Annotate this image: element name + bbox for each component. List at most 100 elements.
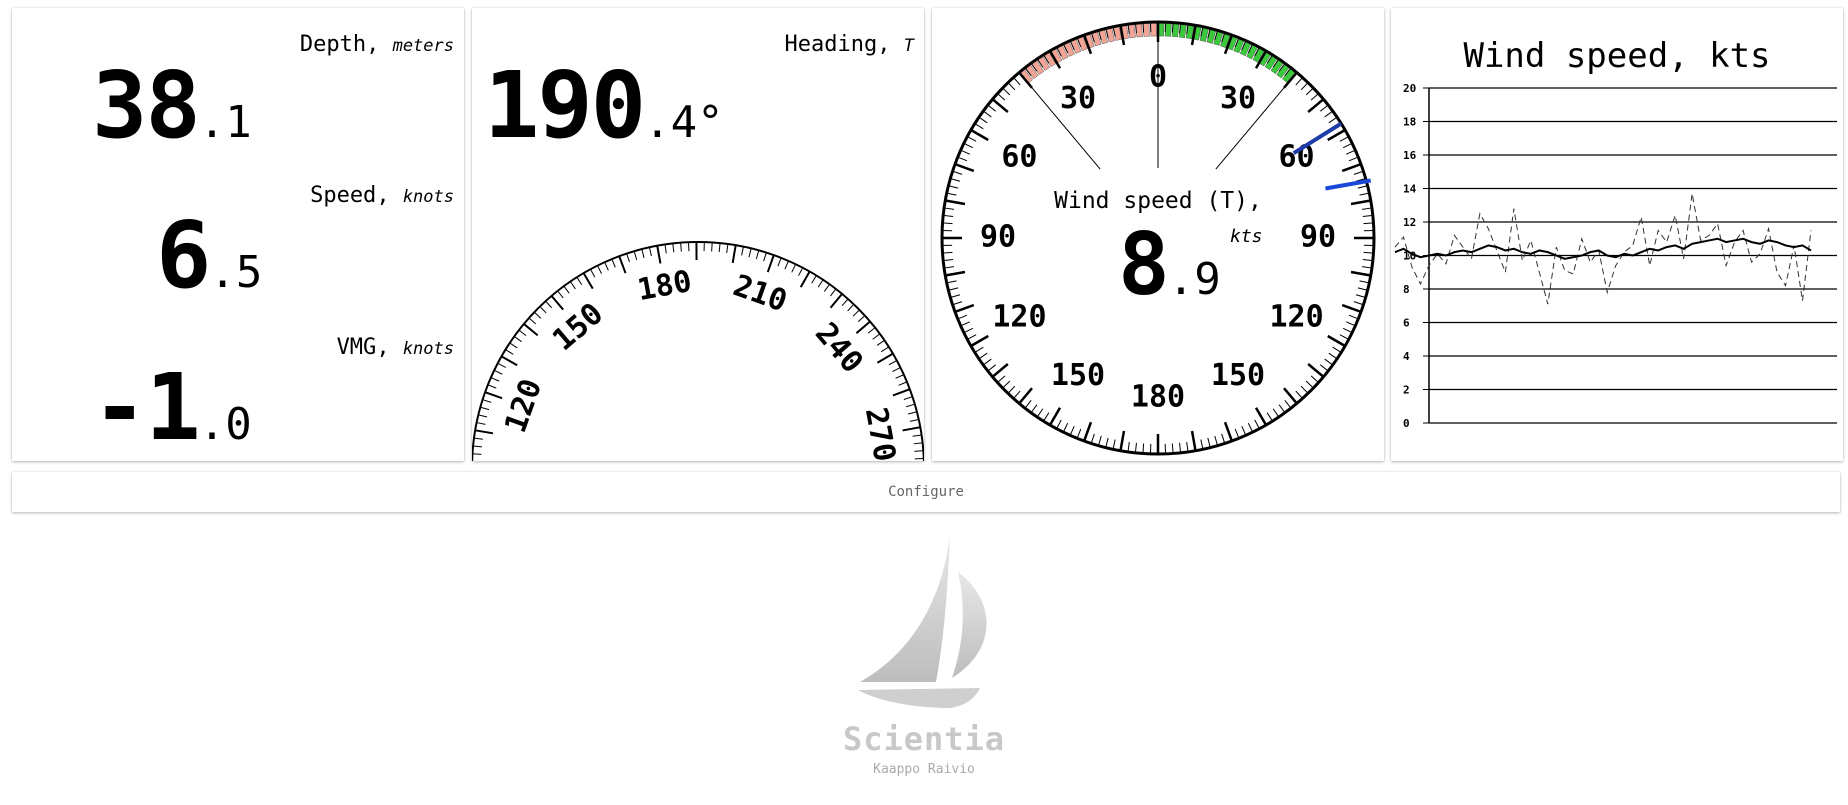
scientia-logo: Scientia Kaappo Raivio (824, 528, 1024, 778)
compass-tick (912, 434, 922, 437)
wind-dial-tick (1127, 441, 1130, 452)
compass-tick (501, 355, 518, 367)
wind-dial-tick (1013, 390, 1021, 399)
wind-dial-tick (1056, 419, 1062, 429)
compass-tick (509, 342, 518, 349)
wind-dial-tick (1200, 439, 1204, 450)
compass-tick (611, 258, 616, 268)
wind-dial-tick (1324, 110, 1334, 118)
wind-dial-tick (952, 170, 963, 175)
configure-button[interactable]: Configure (12, 472, 1840, 512)
chart-y-tick-label: 2 (1403, 384, 1410, 397)
wind-dial-tick (1190, 430, 1197, 451)
chart-y-tick-label: 6 (1403, 317, 1410, 330)
compass-tick (482, 399, 492, 403)
compass-tick (576, 276, 583, 286)
wind-angle-panel: 0 30 60 90 120 150 180 150 120 90 60 30 Wind speed … (932, 8, 1384, 461)
compass-tick (857, 315, 866, 323)
wind-dial-tick (1359, 280, 1370, 284)
compass-tick (726, 243, 729, 253)
compass-tick (590, 268, 596, 278)
compass-tick (892, 388, 911, 397)
wind-dial-tick (978, 352, 988, 360)
sailboat-icon (858, 534, 987, 708)
compass-tick (711, 242, 713, 252)
wind-dial-tick (943, 214, 954, 217)
compass-label: 270 (858, 405, 902, 461)
compass-tick (798, 267, 804, 276)
compass-tick (898, 381, 908, 386)
compass-tick (597, 265, 602, 274)
wind-dial-tick (1002, 87, 1011, 96)
compass-tick (755, 250, 760, 260)
wind-dial-tick (1076, 428, 1082, 439)
compass-tick (841, 298, 849, 307)
wind-dial-tick (942, 222, 953, 225)
compass-tick (867, 327, 876, 334)
compass-tick (473, 445, 483, 448)
compass-tick (784, 260, 789, 270)
compass-tick (523, 323, 539, 337)
wind-dial-tick (967, 334, 977, 340)
compass-tick (533, 311, 542, 319)
wind-dial-tick (1266, 412, 1273, 422)
wind-dial-tick (1350, 270, 1371, 277)
brand-author: Kaappo Raivio (873, 762, 975, 777)
compass-tick (487, 384, 497, 389)
depth-label: Depth, meters (299, 32, 454, 57)
wind-angle-label: 30 (1060, 81, 1096, 116)
wind-dial-tick (1324, 358, 1334, 366)
compass-tick (852, 309, 860, 317)
wind-dial-tick (1341, 162, 1362, 173)
wind-dial-tick (952, 301, 963, 306)
chart-series-raw (1394, 193, 1812, 305)
wind-dial-tick (1090, 433, 1095, 444)
wind-dial-tick (942, 251, 953, 254)
wind-dial-tick (1348, 156, 1359, 162)
wind-dial-tick (1345, 149, 1356, 155)
compass-tick (672, 243, 675, 253)
wind-dial-tick (1207, 437, 1211, 448)
compass-tick (872, 333, 881, 340)
compass-label: 210 (729, 268, 792, 319)
wind-dial-tick (1284, 400, 1292, 409)
compass-tick (731, 244, 737, 264)
compass-tick (811, 275, 817, 284)
compass-tick (718, 243, 721, 253)
compass-tick (582, 272, 594, 290)
wind-dial-tick (1328, 116, 1338, 124)
compass-label: 150 (546, 296, 610, 358)
wind-dial-tick (950, 294, 961, 299)
wind-dial-tick (1341, 303, 1362, 314)
compass-tick (626, 253, 630, 263)
wind-dial-tick (1305, 380, 1314, 389)
wind-dial-tick (1295, 77, 1303, 86)
vmg-value: -1.0 (92, 354, 252, 461)
wind-speed-chart-panel: Wind speed, kts 0 2 4 6 8 10 12 14 16 18 20 (1391, 8, 1843, 461)
wind-dial-tick (1002, 380, 1011, 389)
wind-dial-tick (1186, 441, 1189, 452)
wind-dial-tick (943, 259, 954, 262)
wind-dial-tick (1171, 22, 1174, 33)
wind-dial-tick (1254, 407, 1268, 426)
wind-angle-label: 120 (992, 300, 1046, 335)
wind-dial-tick (1362, 259, 1373, 262)
wind-dial-tick (946, 280, 957, 284)
compass-tick (908, 411, 918, 415)
wind-dial-tick (1342, 327, 1353, 334)
wind-dial-tick (1241, 425, 1247, 436)
wind-dial-tick (1112, 439, 1116, 450)
compass-tick (480, 406, 490, 411)
wind-dial-tick (1221, 433, 1226, 444)
wind-dial-tick (1082, 421, 1093, 442)
wind-dial-unit: kts (1230, 226, 1263, 247)
wind-dial-tick (1007, 82, 1016, 91)
wind-dial-tick (954, 303, 975, 314)
wind-dial-tick (960, 149, 971, 155)
wind-dial-tick (987, 104, 996, 112)
port-sector (1142, 21, 1150, 37)
wind-dial-tick (1295, 390, 1303, 399)
wind-dial-tick (1320, 104, 1329, 112)
wind-dial-tick (1007, 385, 1016, 394)
compass-tick (799, 271, 811, 288)
